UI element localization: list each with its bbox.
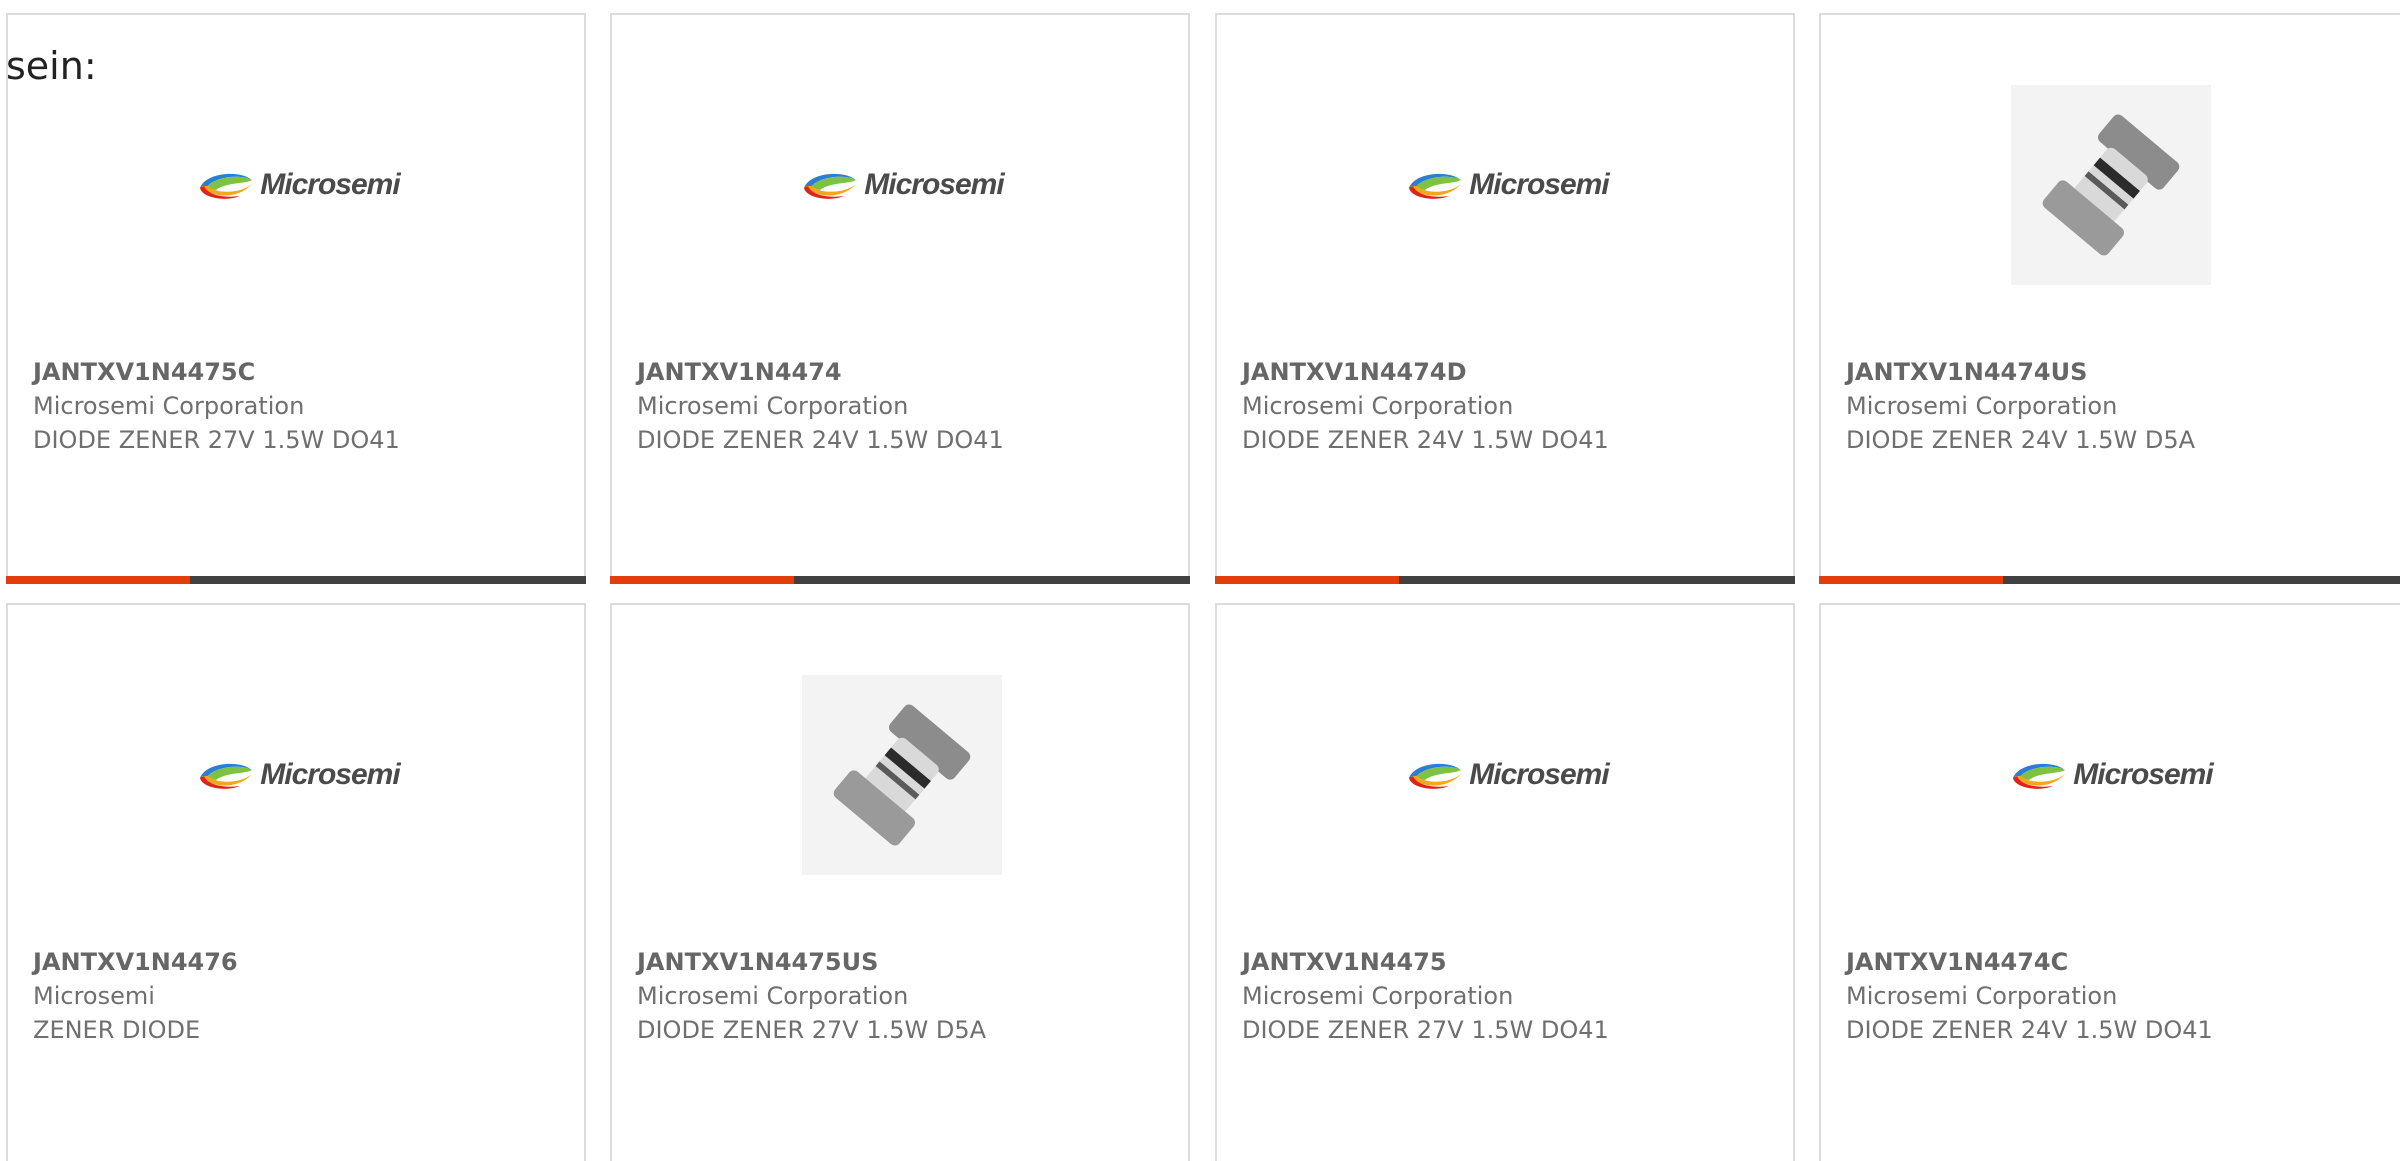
microsemi-logo: Microsemi <box>1405 168 1610 202</box>
diode-photo <box>2011 85 2211 285</box>
product-image[interactable]: Microsemi <box>1217 670 1797 880</box>
product-description: DIODE ZENER 24V 1.5W DO41 <box>1242 426 1609 454</box>
microsemi-logo: Microsemi <box>800 168 1005 202</box>
part-number-link[interactable]: JANTXV1N4476 <box>33 945 574 979</box>
card-footer-bar <box>610 576 1190 584</box>
product-description: DIODE ZENER 24V 1.5W DO41 <box>1846 1016 2213 1044</box>
part-number-link[interactable]: JANTXV1N4475US <box>637 945 1178 979</box>
product-card[interactable]: Microsemi JANTXV1N4476 Microsemi ZENER D… <box>6 603 586 1161</box>
part-number-link[interactable]: JANTXV1N4475 <box>1242 945 1783 979</box>
product-image[interactable]: Microsemi <box>8 80 588 290</box>
card-footer-bar <box>1215 576 1795 584</box>
part-number-link[interactable]: JANTXV1N4474C <box>1846 945 2399 979</box>
product-card[interactable]: JANTXV1N4475US Microsemi Corporation DIO… <box>610 603 1190 1161</box>
product-grid: sein: Microsemi JANTXV1N4475C Microsemi … <box>0 0 2400 1161</box>
microsemi-logo: Microsemi <box>2009 758 2214 792</box>
part-number-link[interactable]: JANTXV1N4475C <box>33 355 574 389</box>
product-card[interactable]: Microsemi JANTXV1N4474 Microsemi Corpora… <box>610 13 1190 584</box>
intro-text: sein: <box>6 44 97 88</box>
card-accent-bar <box>1819 576 2003 584</box>
product-description: DIODE ZENER 27V 1.5W D5A <box>637 1016 987 1044</box>
manufacturer-name: Microsemi Corporation <box>1242 982 1514 1010</box>
part-number-link[interactable]: JANTXV1N4474 <box>637 355 1178 389</box>
diode-icon <box>833 704 971 846</box>
part-number-link[interactable]: JANTXV1N4474US <box>1846 355 2399 389</box>
card-footer-bar <box>1819 576 2400 584</box>
diode-photo <box>802 675 1002 875</box>
product-image[interactable] <box>612 670 1192 880</box>
microsemi-swirl-icon <box>1409 173 1462 199</box>
product-description: DIODE ZENER 24V 1.5W D5A <box>1846 426 2196 454</box>
card-accent-bar <box>1215 576 1399 584</box>
microsemi-swirl-icon <box>804 173 857 199</box>
product-card[interactable]: Microsemi JANTXV1N4475C Microsemi Corpor… <box>6 13 586 584</box>
product-card[interactable]: Microsemi JANTXV1N4475 Microsemi Corpora… <box>1215 603 1795 1161</box>
manufacturer-name: Microsemi <box>33 982 155 1010</box>
card-accent-bar <box>6 576 190 584</box>
product-image[interactable]: Microsemi <box>1821 670 2400 880</box>
manufacturer-name: Microsemi Corporation <box>1846 392 2118 420</box>
microsemi-logo: Microsemi <box>196 168 401 202</box>
microsemi-swirl-icon <box>200 173 253 199</box>
product-description: DIODE ZENER 27V 1.5W DO41 <box>1242 1016 1609 1044</box>
product-card[interactable]: Microsemi JANTXV1N4474D Microsemi Corpor… <box>1215 13 1795 584</box>
manufacturer-name: Microsemi Corporation <box>1846 982 2118 1010</box>
product-description: DIODE ZENER 27V 1.5W DO41 <box>33 426 400 454</box>
product-image[interactable]: Microsemi <box>1217 80 1797 290</box>
card-accent-bar <box>610 576 794 584</box>
product-image[interactable]: Microsemi <box>8 670 588 880</box>
diode-icon <box>2042 114 2180 256</box>
part-number-link[interactable]: JANTXV1N4474D <box>1242 355 1783 389</box>
product-description: DIODE ZENER 24V 1.5W DO41 <box>637 426 1004 454</box>
product-image[interactable] <box>1821 80 2400 290</box>
product-description: ZENER DIODE <box>33 1016 201 1044</box>
product-card[interactable]: JANTXV1N4474US Microsemi Corporation DIO… <box>1819 13 2400 584</box>
manufacturer-name: Microsemi Corporation <box>637 982 909 1010</box>
product-card[interactable]: Microsemi JANTXV1N4474C Microsemi Corpor… <box>1819 603 2400 1161</box>
manufacturer-name: Microsemi Corporation <box>1242 392 1514 420</box>
microsemi-logo: Microsemi <box>1405 758 1610 792</box>
product-image[interactable]: Microsemi <box>612 80 1192 290</box>
manufacturer-name: Microsemi Corporation <box>637 392 909 420</box>
microsemi-swirl-icon <box>2013 763 2066 789</box>
manufacturer-name: Microsemi Corporation <box>33 392 305 420</box>
card-footer-bar <box>6 576 586 584</box>
microsemi-swirl-icon <box>1409 763 1462 789</box>
microsemi-swirl-icon <box>200 763 253 789</box>
microsemi-logo: Microsemi <box>196 758 401 792</box>
